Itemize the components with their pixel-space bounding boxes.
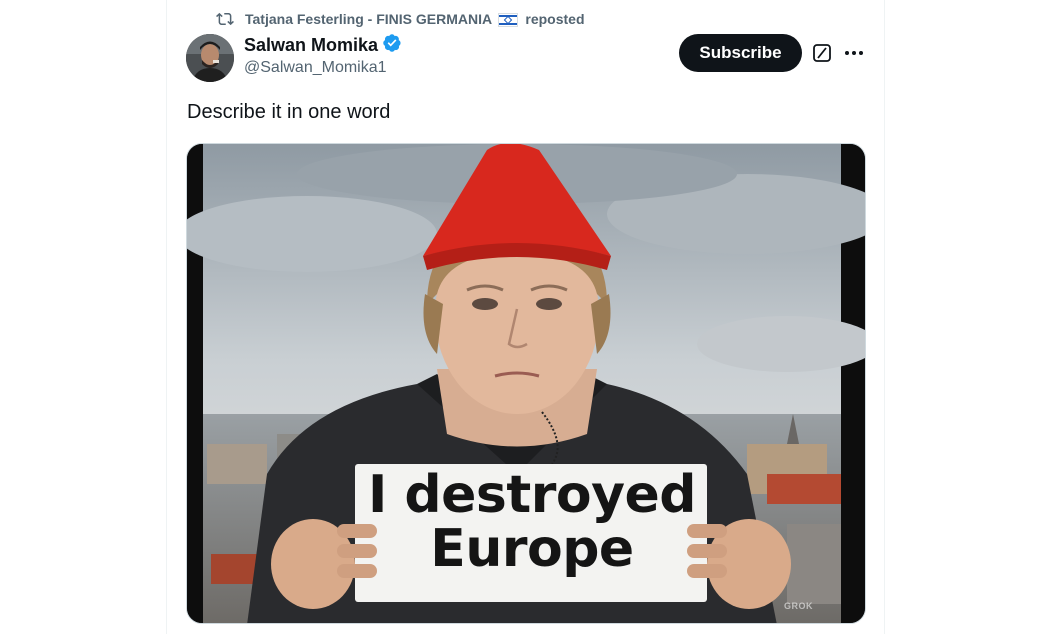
israel-flag-icon: [498, 13, 519, 28]
repost-header[interactable]: Tatjana Festerling - FINIS GERMANIA repo…: [215, 9, 585, 29]
grok-icon[interactable]: [812, 43, 832, 63]
verified-badge-icon[interactable]: [382, 33, 402, 58]
author-name[interactable]: Salwan Momika: [244, 35, 378, 56]
repost-user[interactable]: Tatjana Festerling - FINIS GERMANIA: [245, 11, 492, 27]
sign-line-1: I destroyed: [367, 465, 697, 525]
repost-suffix: reposted: [525, 10, 585, 27]
author-block: Salwan Momika @Salwan_Momika1: [244, 33, 402, 77]
author-handle[interactable]: @Salwan_Momika1: [244, 59, 402, 77]
repost-icon: [215, 10, 235, 28]
subscribe-button[interactable]: Subscribe: [679, 34, 802, 72]
avatar[interactable]: [186, 34, 234, 82]
post-text: Describe it in one word: [187, 101, 391, 123]
image-sign-text: I destroyed Europe: [356, 468, 708, 576]
more-options-icon[interactable]: [842, 43, 866, 63]
image-watermark: GROK: [784, 601, 813, 611]
sign-line-2: Europe: [430, 519, 634, 579]
